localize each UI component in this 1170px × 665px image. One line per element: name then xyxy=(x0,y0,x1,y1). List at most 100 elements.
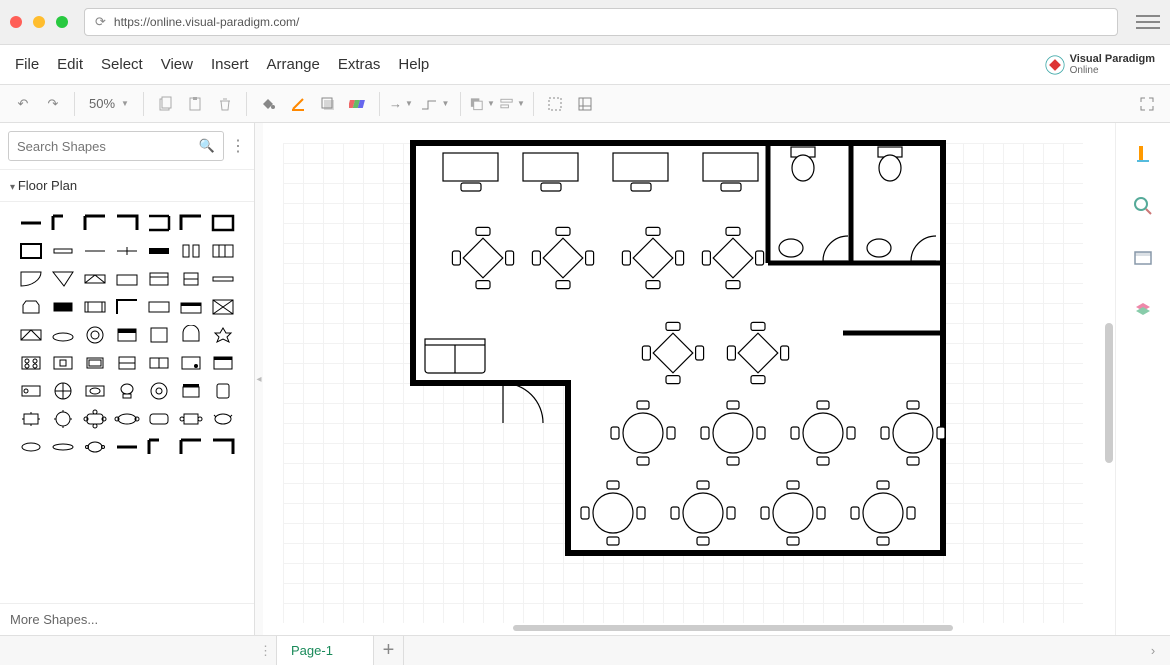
window-maximize-dot[interactable] xyxy=(56,16,68,28)
shadow-button[interactable] xyxy=(315,91,341,117)
more-shapes-link[interactable]: More Shapes... xyxy=(0,603,254,635)
shape-item[interactable] xyxy=(177,380,205,402)
search-shapes-input[interactable]: 🔍 xyxy=(8,131,224,161)
format-panel-icon[interactable] xyxy=(1132,143,1154,165)
to-front-button[interactable]: ▼ xyxy=(469,91,495,117)
shape-item[interactable] xyxy=(17,324,45,346)
panel-menu-icon[interactable]: ⋮ xyxy=(230,131,246,161)
shape-item[interactable] xyxy=(209,296,237,318)
page-tab[interactable]: Page-1 xyxy=(277,636,374,665)
shape-item[interactable] xyxy=(17,380,45,402)
shape-item[interactable] xyxy=(17,296,45,318)
tab-menu-icon[interactable]: ⋮ xyxy=(255,636,277,665)
line-color-button[interactable] xyxy=(285,91,311,117)
select-region-button[interactable] xyxy=(542,91,568,117)
shape-item[interactable] xyxy=(49,268,77,290)
shape-item[interactable] xyxy=(209,240,237,262)
undo-button[interactable]: ↶ xyxy=(10,91,36,117)
style-button[interactable] xyxy=(345,91,371,117)
shape-item[interactable] xyxy=(81,296,109,318)
panel-collapse-handle[interactable]: ◂ xyxy=(255,123,263,635)
shape-item[interactable] xyxy=(49,296,77,318)
shape-item[interactable] xyxy=(209,352,237,374)
delete-button[interactable] xyxy=(212,91,238,117)
shape-item[interactable] xyxy=(113,240,141,262)
shape-item[interactable] xyxy=(177,268,205,290)
shape-item[interactable] xyxy=(177,240,205,262)
shape-item[interactable] xyxy=(49,436,77,458)
menu-file[interactable]: File xyxy=(15,56,39,73)
menu-insert[interactable]: Insert xyxy=(211,56,249,73)
shape-item[interactable] xyxy=(177,352,205,374)
shape-item[interactable] xyxy=(17,352,45,374)
collapse-right-icon[interactable]: › xyxy=(1136,643,1170,658)
menu-arrange[interactable]: Arrange xyxy=(267,56,320,73)
shape-item[interactable] xyxy=(17,212,45,234)
shape-item[interactable] xyxy=(17,408,45,430)
shape-item[interactable] xyxy=(49,324,77,346)
redo-button[interactable]: ↷ xyxy=(40,91,66,117)
shape-item[interactable] xyxy=(49,408,77,430)
align-button[interactable]: ▼ xyxy=(499,91,525,117)
copy-button[interactable] xyxy=(152,91,178,117)
shape-item[interactable] xyxy=(177,296,205,318)
shape-item[interactable] xyxy=(81,268,109,290)
shape-item[interactable] xyxy=(17,436,45,458)
shape-item[interactable] xyxy=(209,436,237,458)
add-page-button[interactable]: + xyxy=(374,636,404,665)
hamburger-menu-icon[interactable] xyxy=(1136,10,1160,34)
menu-edit[interactable]: Edit xyxy=(57,56,83,73)
shape-item[interactable] xyxy=(113,436,141,458)
search-panel-icon[interactable] xyxy=(1132,195,1154,217)
shape-item[interactable] xyxy=(49,352,77,374)
fullscreen-button[interactable] xyxy=(1134,91,1160,117)
shape-item[interactable] xyxy=(113,408,141,430)
vertical-scrollbar[interactable] xyxy=(1105,323,1113,463)
shape-item[interactable] xyxy=(209,268,237,290)
shape-item[interactable] xyxy=(177,212,205,234)
zoom-select[interactable]: 50%▼ xyxy=(83,96,135,111)
shape-item[interactable] xyxy=(49,212,77,234)
shape-item[interactable] xyxy=(17,240,45,262)
shape-item[interactable] xyxy=(145,380,173,402)
canvas[interactable] xyxy=(263,123,1115,635)
shape-item[interactable] xyxy=(81,352,109,374)
layers-panel-icon[interactable] xyxy=(1132,299,1154,321)
shape-item[interactable] xyxy=(81,240,109,262)
shape-item[interactable] xyxy=(209,324,237,346)
menu-select[interactable]: Select xyxy=(101,56,143,73)
fit-page-button[interactable] xyxy=(572,91,598,117)
menu-extras[interactable]: Extras xyxy=(338,56,381,73)
menu-view[interactable]: View xyxy=(161,56,193,73)
url-bar[interactable]: ⟳ https://online.visual-paradigm.com/ xyxy=(84,8,1118,36)
shape-item[interactable] xyxy=(113,268,141,290)
waypoint-button[interactable]: ▼ xyxy=(418,91,452,117)
shape-item[interactable] xyxy=(145,324,173,346)
shape-item[interactable] xyxy=(81,408,109,430)
shape-item[interactable] xyxy=(113,296,141,318)
outline-panel-icon[interactable] xyxy=(1132,247,1154,269)
shape-item[interactable] xyxy=(49,380,77,402)
connection-button[interactable]: →▼ xyxy=(388,91,414,117)
shape-item[interactable] xyxy=(145,408,173,430)
shape-item[interactable] xyxy=(81,212,109,234)
shape-item[interactable] xyxy=(145,268,173,290)
shape-item[interactable] xyxy=(113,352,141,374)
shape-item[interactable] xyxy=(145,352,173,374)
fill-color-button[interactable] xyxy=(255,91,281,117)
shape-item[interactable] xyxy=(177,324,205,346)
menu-help[interactable]: Help xyxy=(398,56,429,73)
shape-item[interactable] xyxy=(81,436,109,458)
shape-item[interactable] xyxy=(17,268,45,290)
shape-item[interactable] xyxy=(145,296,173,318)
search-icon[interactable]: 🔍 xyxy=(199,138,215,154)
floor-plan-drawing[interactable] xyxy=(403,133,963,583)
horizontal-scrollbar[interactable] xyxy=(513,625,953,631)
shape-item[interactable] xyxy=(81,380,109,402)
window-minimize-dot[interactable] xyxy=(33,16,45,28)
shape-item[interactable] xyxy=(209,408,237,430)
shape-item[interactable] xyxy=(145,212,173,234)
refresh-icon[interactable]: ⟳ xyxy=(95,14,106,30)
window-close-dot[interactable] xyxy=(10,16,22,28)
shape-item[interactable] xyxy=(209,380,237,402)
